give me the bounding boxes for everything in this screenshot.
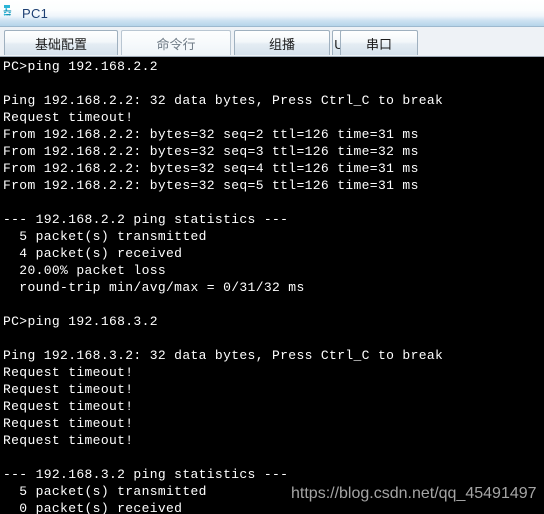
tab-command-line-label: 命令行: [156, 36, 196, 52]
terminal-line: From 192.168.2.2: bytes=32 seq=5 ttl=126…: [3, 178, 419, 193]
tab-bar: 基础配置 命令行 组播 UDP发包工具 串口: [0, 27, 544, 57]
terminal-line: 0 packet(s) received: [3, 501, 183, 514]
terminal-line: 5 packet(s) transmitted: [3, 484, 207, 499]
terminal-line: 5 packet(s) transmitted: [3, 229, 207, 244]
terminal-line: round-trip min/avg/max = 0/31/32 ms: [3, 280, 305, 295]
terminal-line: Request timeout!: [3, 365, 134, 380]
terminal-line: 20.00% packet loss: [3, 263, 167, 278]
terminal-line: 4 packet(s) received: [3, 246, 183, 261]
tab-basic-config-label: 基础配置: [34, 36, 87, 52]
terminal-line: Request timeout!: [3, 110, 134, 125]
terminal-line: PC>ping 192.168.3.2: [3, 314, 158, 329]
tab-serial-port[interactable]: 串口: [340, 30, 418, 55]
terminal-output-pane[interactable]: PC>ping 192.168.2.2 Ping 192.168.2.2: 32…: [0, 57, 544, 514]
terminal-line: --- 192.168.2.2 ping statistics ---: [3, 212, 289, 227]
window-title-bar: PC1: [0, 0, 544, 27]
tab-multicast[interactable]: 组播: [234, 30, 330, 55]
terminal-line: Request timeout!: [3, 433, 134, 448]
tab-multicast-label: 组播: [268, 36, 295, 52]
terminal-line: Request timeout!: [3, 416, 134, 431]
terminal-line: From 192.168.2.2: bytes=32 seq=3 ttl=126…: [3, 144, 419, 159]
terminal-line: Request timeout!: [3, 382, 134, 397]
tab-command-line[interactable]: 命令行: [121, 30, 231, 55]
pc-console-window: PC1 基础配置 命令行 组播 UDP发包工具 串口 PC>ping 192.1…: [0, 0, 544, 514]
window-title: PC1: [22, 5, 49, 21]
terminal-line: From 192.168.2.2: bytes=32 seq=2 ttl=126…: [3, 127, 419, 142]
tab-basic-config[interactable]: 基础配置: [4, 30, 118, 55]
terminal-line: From 192.168.2.2: bytes=32 seq=4 ttl=126…: [3, 161, 419, 176]
terminal-line: Request timeout!: [3, 399, 134, 414]
terminal-line: PC>ping 192.168.2.2: [3, 59, 158, 74]
terminal-line: Ping 192.168.2.2: 32 data bytes, Press C…: [3, 93, 444, 108]
network-pc-icon: [3, 4, 19, 20]
terminal-line: --- 192.168.3.2 ping statistics ---: [3, 467, 289, 482]
terminal-line: Ping 192.168.3.2: 32 data bytes, Press C…: [3, 348, 444, 363]
terminal-lines: PC>ping 192.168.2.2 Ping 192.168.2.2: 32…: [3, 58, 544, 514]
tab-serial-port-label: 串口: [365, 36, 392, 52]
